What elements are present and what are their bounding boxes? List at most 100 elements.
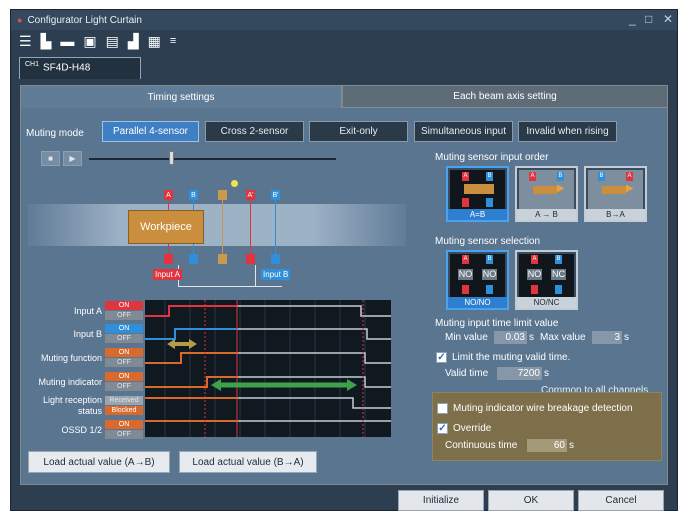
input-b-off: OFF [105, 334, 143, 343]
input-a-tag: Input A [153, 269, 182, 280]
sel-sensor-b: B [486, 255, 493, 264]
max-value-label: Max value [540, 332, 586, 343]
order-sensor-a: A [529, 172, 536, 181]
valid-time-input[interactable]: 7200 [497, 367, 542, 380]
valid-time-label: Valid time [445, 368, 489, 379]
sel-sensor-a: A [531, 255, 538, 264]
sel-sensor-b: B [555, 255, 562, 264]
save-as-icon[interactable]: ▤ [106, 34, 119, 48]
new-file-icon[interactable]: ▙ [41, 34, 52, 48]
order-scene-b-to-a: B A ▶ [588, 170, 643, 209]
input-b-trace-rest [237, 328, 391, 340]
selection-option-no-no[interactable]: A B NO NO NO/NO [446, 250, 509, 310]
animation-slider-thumb[interactable] [169, 151, 174, 165]
muting-function-on: ON [105, 348, 143, 357]
grid-lines [164, 300, 366, 437]
timing-settings-panel: Muting mode Parallel 4-sensor Cross 2-se… [20, 108, 668, 485]
muting-function-off: OFF [105, 358, 143, 367]
mode-exit-only-button[interactable]: Exit-only [309, 121, 408, 142]
sensor-b-prime-top: B' [271, 190, 280, 200]
initialize-button[interactable]: Initialize [398, 490, 484, 511]
title-bar: ● Configurator Light Curtain _ □ ✕ [11, 10, 677, 30]
sensor-b-bottom [189, 254, 198, 264]
ossd-off: OFF [105, 430, 143, 439]
load-actual-a-to-b-button[interactable]: Load actual value (A→B) [28, 451, 170, 473]
order-sensor-a: A [462, 172, 469, 181]
channel-prefix: CH1 [25, 61, 40, 68]
cancel-button[interactable]: Cancel [578, 490, 664, 511]
menu-icon[interactable]: ☰ [19, 34, 32, 48]
sensor-a-prime-top: A' [246, 190, 255, 200]
sensor-selection-title: Muting sensor selection [435, 236, 541, 247]
save-icon[interactable]: ▣ [83, 34, 96, 48]
max-value-input[interactable]: 3 [592, 331, 622, 344]
muting-mode-label: Muting mode [26, 128, 84, 139]
sel-sensor-a-bottom [531, 285, 538, 294]
order-sensor-b-bottom [486, 198, 493, 207]
ok-button[interactable]: OK [488, 490, 574, 511]
limit-valid-time-label: Limit the muting valid time. [452, 352, 571, 363]
close-button[interactable]: ✕ [663, 12, 673, 26]
override-checkbox[interactable]: ✓ [437, 423, 448, 434]
sel-sensor-b-bottom [486, 285, 493, 294]
order-workpiece [464, 184, 494, 194]
sensor-a-top: A [164, 190, 173, 200]
sensor-b-prime-bottom [271, 254, 280, 264]
order-caption-a-to-b: A → B [517, 209, 576, 220]
mode-invalid-when-rising-button[interactable]: Invalid when rising [518, 121, 617, 142]
mode-simultaneous-input-button[interactable]: Simultaneous input [414, 121, 513, 142]
selection-option-no-nc[interactable]: A B NO NC NO/NC [515, 250, 578, 310]
order-option-a-to-b[interactable]: A B ▶ A → B [515, 166, 578, 222]
min-value-input[interactable]: 0.03 [494, 331, 527, 344]
channel-selector[interactable]: CH1 SF4D-H48 [19, 57, 141, 79]
sensor-b-top: B [189, 190, 198, 200]
order-sensor-b: B [486, 172, 493, 181]
tab-beam-axis-setting[interactable]: Each beam axis setting [342, 85, 668, 108]
order-sensor-a-bottom [462, 198, 469, 207]
minimize-button[interactable]: _ [629, 12, 636, 26]
mode-parallel-4-sensor-button[interactable]: Parallel 4-sensor [102, 121, 199, 142]
print-icon[interactable]: ▦ [148, 34, 161, 48]
conveyor-band [28, 204, 406, 246]
toggle-input-b[interactable]: ON OFF [105, 324, 143, 343]
maximize-button[interactable]: □ [645, 12, 652, 26]
toggle-input-a[interactable]: ON OFF [105, 301, 143, 320]
arrow-right-icon: ▶ [626, 183, 634, 194]
no-label-a: NO [458, 269, 473, 280]
load-actual-b-to-a-button[interactable]: Load actual value (B→A) [179, 451, 317, 473]
timing-label-input-b: Input B [73, 329, 102, 339]
light-received: Received [105, 396, 143, 405]
order-option-a-equals-b[interactable]: A B A=B [446, 166, 509, 222]
export-icon[interactable]: ▟ [128, 34, 139, 48]
continuous-time-unit: s [569, 440, 574, 451]
open-folder-icon[interactable]: ▬ [60, 34, 74, 48]
toggle-light-reception[interactable]: Received Blocked [105, 396, 143, 416]
timing-label-ossd: OSSD 1/2 [61, 425, 102, 435]
wire-breakage-checkbox[interactable] [437, 403, 448, 414]
nc-label-b: NC [551, 269, 566, 280]
limit-valid-time-checkbox[interactable]: ✓ [436, 352, 447, 363]
app-logo-icon: ● [17, 15, 23, 25]
dropdown-icon[interactable]: ≡ [170, 34, 176, 48]
play-button[interactable]: ▶ [63, 151, 82, 166]
tab-timing-settings[interactable]: Timing settings [20, 85, 342, 108]
valid-time-arrow [211, 379, 357, 391]
beam-b-prime [275, 200, 276, 254]
order-scene-a-equals-b: A B [450, 170, 505, 209]
light-blocked: Blocked [105, 406, 143, 415]
stop-button[interactable]: ■ [41, 151, 60, 166]
sensor-a-prime-bottom [246, 254, 255, 264]
input-a-trace [145, 305, 237, 317]
light-reception-trace-rest [237, 397, 391, 409]
muting-indicator-on: ON [105, 372, 143, 381]
toggle-muting-function[interactable]: ON OFF [105, 348, 143, 367]
toggle-ossd[interactable]: ON OFF [105, 420, 143, 439]
order-caption-b-to-a: B→A [586, 209, 645, 220]
toggle-muting-indicator[interactable]: ON OFF [105, 372, 143, 391]
mode-cross-2-sensor-button[interactable]: Cross 2-sensor [205, 121, 304, 142]
sel-sensor-a-bottom [462, 285, 469, 294]
continuous-time-input[interactable]: 60 [527, 439, 567, 452]
wire-right [255, 265, 256, 286]
animation-slider-track[interactable] [89, 158, 336, 160]
order-option-b-to-a[interactable]: B A ▶ B→A [584, 166, 647, 222]
